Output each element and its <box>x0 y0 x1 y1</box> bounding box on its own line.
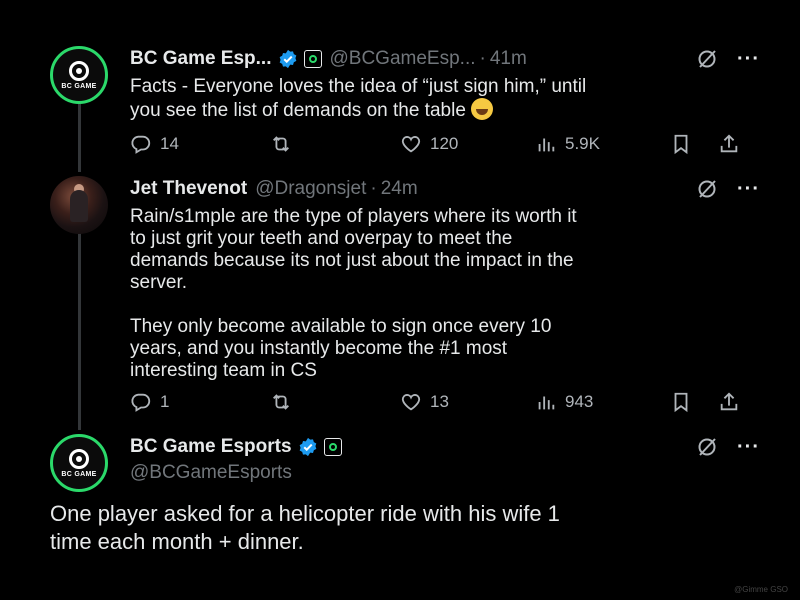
author-handle[interactable]: @BCGameEsports <box>130 462 292 484</box>
timestamp[interactable]: 24m <box>381 178 418 200</box>
like-button[interactable]: 120 <box>400 133 458 155</box>
share-icon <box>720 134 738 153</box>
separator-dot: · <box>479 48 486 69</box>
tweet-body: Facts - Everyone loves the idea of “just… <box>130 76 587 121</box>
tweet-actions: 14 120 5.9K <box>130 132 760 156</box>
heart-icon <box>401 136 421 153</box>
views-button[interactable]: 943 <box>535 391 593 413</box>
watermark: @Gimme GSO <box>734 585 788 594</box>
avatar-label: BC GAME <box>61 470 97 478</box>
tweet-content: BC Game Esports ··· @BCGameEsports <box>130 434 760 486</box>
grok-icon[interactable] <box>695 177 719 201</box>
reply-icon <box>131 393 151 412</box>
view-count: 943 <box>565 392 594 411</box>
grinning-sweat-emoji-icon <box>471 98 494 120</box>
verified-badge-icon <box>299 437 316 457</box>
tweet-text: Rain/s1mple are the type of players wher… <box>130 206 577 381</box>
share-button[interactable] <box>718 133 740 155</box>
reply-icon <box>131 135 151 154</box>
heart-icon <box>401 394 421 411</box>
avatar[interactable]: BC GAME <box>50 46 108 104</box>
bc-logo-icon <box>69 60 89 81</box>
bookmark-button[interactable] <box>670 133 692 155</box>
avatar[interactable]: BC GAME <box>50 434 108 492</box>
more-options-button[interactable]: ··· <box>737 436 760 459</box>
share-icon <box>720 392 738 411</box>
reply-button[interactable]: 1 <box>130 391 169 413</box>
author-handle[interactable]: @BCGameEsp... <box>330 48 476 70</box>
like-button[interactable]: 13 <box>400 391 449 413</box>
more-options-button[interactable]: ··· <box>737 178 760 201</box>
avatar[interactable] <box>50 176 108 234</box>
verified-badge-icon <box>279 49 296 69</box>
tweet[interactable]: BC GAME BC Game Esports ··· @BCGameEspor… <box>50 434 760 496</box>
tweet-header: BC Game Esp... @BCGameEsp... · 41m ··· <box>130 46 760 72</box>
tweet-content: Jet Thevenot @Dragonsjet · 24m ··· Rain/… <box>130 176 760 382</box>
author-name[interactable]: BC Game Esp... <box>130 48 272 70</box>
affiliate-badge-icon[interactable] <box>303 50 322 68</box>
author-name[interactable]: BC Game Esports <box>130 436 292 458</box>
bookmark-icon <box>674 392 688 413</box>
tweet-content: BC Game Esp... @BCGameEsp... · 41m ··· F… <box>130 46 760 122</box>
tweet-actions: 1 13 943 <box>130 390 760 414</box>
like-count: 120 <box>430 134 459 153</box>
handle-row: @BCGameEsports <box>130 460 760 486</box>
separator-dot: · <box>370 178 377 199</box>
grok-icon[interactable] <box>695 47 719 71</box>
views-chart-icon <box>538 396 555 410</box>
tweet[interactable]: Jet Thevenot @Dragonsjet · 24m ··· Rain/… <box>50 176 760 426</box>
repost-button[interactable] <box>270 133 292 155</box>
avatar-label: BC GAME <box>61 82 97 90</box>
reply-count: 14 <box>160 134 179 153</box>
repost-button[interactable] <box>270 391 292 413</box>
focused-tweet-text: One player asked for a helicopter ride w… <box>50 501 560 554</box>
grok-icon[interactable] <box>695 435 719 459</box>
repost-icon <box>273 136 289 152</box>
thread-page: BC GAME BC Game Esp... @BCGameEsp... · 4… <box>0 0 800 600</box>
tweet-text: Facts - Everyone loves the idea of “just… <box>130 76 760 122</box>
views-button[interactable]: 5.9K <box>535 133 600 155</box>
author-handle[interactable]: @Dragonsjet <box>255 178 366 200</box>
bc-logo-icon <box>69 448 89 469</box>
bookmark-icon <box>674 134 688 155</box>
share-button[interactable] <box>718 391 740 413</box>
like-count: 13 <box>430 392 449 411</box>
timestamp[interactable]: 41m <box>490 48 527 70</box>
bookmark-button[interactable] <box>670 391 692 413</box>
repost-icon <box>273 394 289 410</box>
views-chart-icon <box>538 138 555 152</box>
reply-button[interactable]: 14 <box>130 133 179 155</box>
reply-count: 1 <box>160 392 170 411</box>
author-name[interactable]: Jet Thevenot <box>130 178 247 200</box>
tweet[interactable]: BC GAME BC Game Esp... @BCGameEsp... · 4… <box>50 46 760 166</box>
affiliate-badge-icon[interactable] <box>323 438 342 456</box>
tweet-header: Jet Thevenot @Dragonsjet · 24m ··· <box>130 176 760 202</box>
tweet-header: BC Game Esports ··· <box>130 434 760 460</box>
more-options-button[interactable]: ··· <box>737 48 760 71</box>
view-count: 5.9K <box>565 134 600 153</box>
